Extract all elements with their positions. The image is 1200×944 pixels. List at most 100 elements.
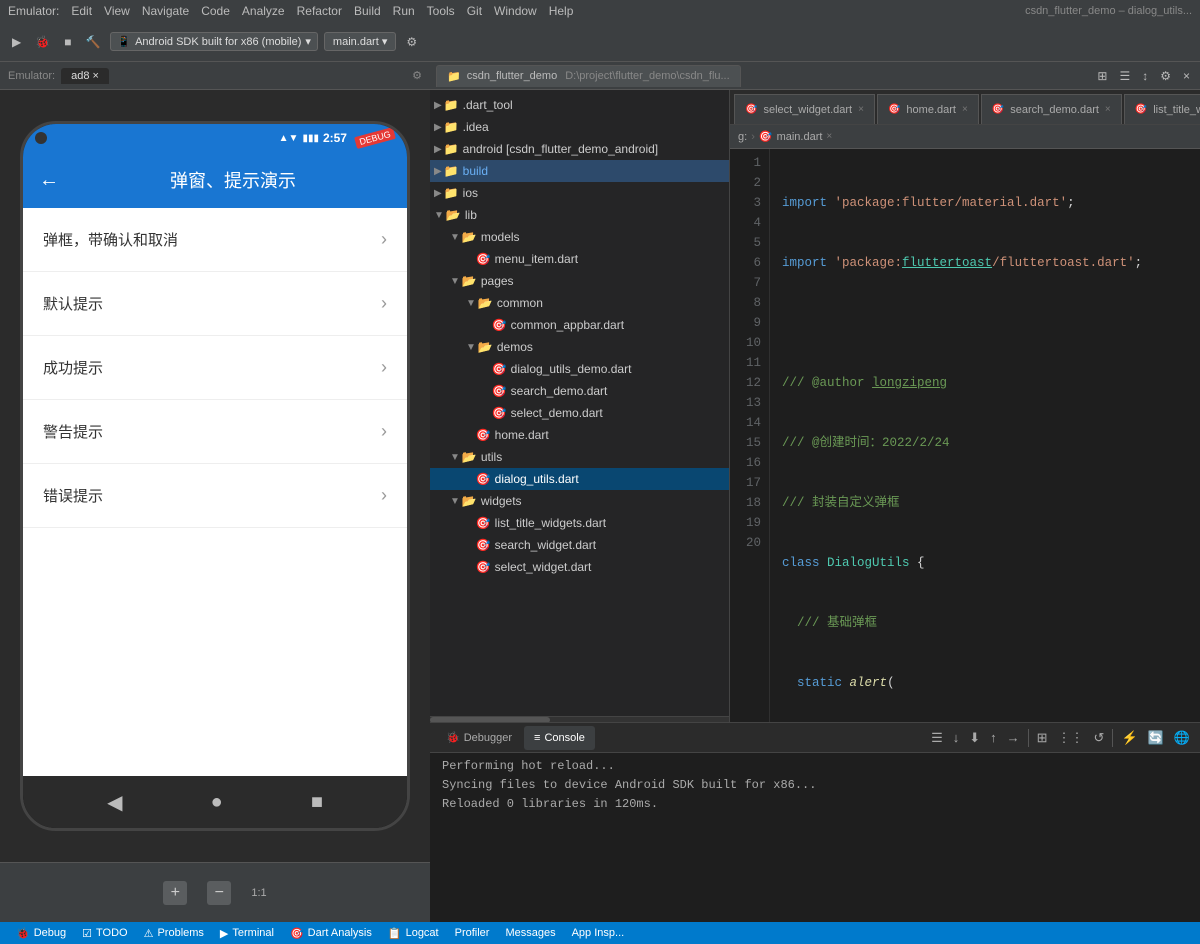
run-config-selector[interactable]: main.dart ▾ [324,32,396,51]
console-toolbar-cycle[interactable]: 🔄 [1144,728,1168,748]
menu-tools[interactable]: Tools [427,4,455,18]
phone-list-item-1[interactable]: 默认提示 › [23,272,407,336]
menu-code[interactable]: Code [201,4,230,18]
settings-btn[interactable]: ⚙ [402,33,421,51]
status-todo[interactable]: ☑ TODO [74,922,135,944]
status-profiler[interactable]: Profiler [447,922,498,944]
ide-top-action-2[interactable]: ☰ [1115,67,1134,85]
menu-help[interactable]: Help [549,4,574,18]
status-app-insp[interactable]: App Insp... [564,922,633,944]
tree-item-common-appbar[interactable]: ▶ 🎯 common_appbar.dart [430,314,729,336]
toolbar-build-btn[interactable]: 🔨 [81,33,104,51]
tree-item-android[interactable]: ▶ 📁 android [csdn_flutter_demo_android] [430,138,729,160]
phone-nav-back[interactable]: ◀ [107,790,122,815]
console-toolbar-down[interactable]: ↓ [949,728,964,747]
status-dart-analysis[interactable]: 🎯 Dart Analysis [282,922,380,944]
console-toolbar-globe[interactable]: 🌐 [1170,728,1194,748]
phone-nav-home[interactable]: ● [211,791,223,814]
tree-item-build[interactable]: ▶ 📁 build [430,160,729,182]
console-toolbar-right[interactable]: → [1003,728,1024,747]
console-toolbar-filter[interactable]: ☰ [927,728,947,748]
folder-icon-utils: 📂 [462,450,477,464]
tree-item-list-title-widgets[interactable]: ▶ 🎯 list_title_widgets.dart [430,512,729,534]
tree-item-home[interactable]: ▶ 🎯 home.dart [430,424,729,446]
phone-back-button[interactable]: ← [39,169,59,192]
menu-view[interactable]: View [104,4,130,18]
editor-tab-select-widget[interactable]: 🎯 select_widget.dart × [734,94,875,124]
tree-item-utils[interactable]: ▼ 📂 utils [430,446,729,468]
tree-item-common[interactable]: ▼ 📂 common [430,292,729,314]
menu-window[interactable]: Window [494,4,537,18]
ide-top-action-settings[interactable]: ⚙ [1156,67,1175,85]
folder-icon-lib: 📂 [446,208,461,222]
tree-item-dart-tool[interactable]: ▶ 📁 .dart_tool [430,94,729,116]
tree-item-demos[interactable]: ▼ 📂 demos [430,336,729,358]
status-messages[interactable]: Messages [497,922,563,944]
editor-tab-list-title-widgets[interactable]: 🎯 list_title_widgets.dart × [1124,94,1200,124]
editor-tab-search-demo[interactable]: 🎯 search_demo.dart × [981,94,1122,124]
tree-label-demos: demos [497,340,533,354]
breadcrumb-item-main[interactable]: main.dart [777,131,823,143]
console-line-2: Syncing files to device Android SDK buil… [442,776,1188,795]
console-toolbar-down2[interactable]: ⬇ [965,728,984,748]
ide-top-action-3[interactable]: ↕ [1138,67,1152,85]
toolbar-run-btn[interactable]: ▶ [8,33,25,51]
menu-emulator[interactable]: Emulator: [8,4,59,18]
tree-item-ios[interactable]: ▶ 📁 ios [430,182,729,204]
menu-run[interactable]: Run [393,4,415,18]
tree-item-lib[interactable]: ▼ 📂 lib [430,204,729,226]
tree-item-select-widget[interactable]: ▶ 🎯 select_widget.dart [430,556,729,578]
menu-edit[interactable]: Edit [71,4,92,18]
menu-analyze[interactable]: Analyze [242,4,285,18]
phone-list-item-2[interactable]: 成功提示 › [23,336,407,400]
tree-item-menu-item-dart[interactable]: ▶ 🎯 menu_item.dart [430,248,729,270]
tree-item-dialog-utils[interactable]: ▶ 🎯 dialog_utils.dart [430,468,729,490]
device-selector[interactable]: 📱 Android SDK built for x86 (mobile) ▾ [110,32,318,51]
bottom-tab-console[interactable]: ≡ Console [524,726,595,750]
status-logcat[interactable]: 📋 Logcat [380,922,447,944]
tree-item-dialog-utils-demo[interactable]: ▶ 🎯 dialog_utils_demo.dart [430,358,729,380]
toolbar-stop-btn[interactable]: ■ [60,33,75,51]
zoom-out-button[interactable]: − [207,881,231,905]
breadcrumb-close[interactable]: × [826,131,832,142]
ide-top-action-1[interactable]: ⊞ [1093,67,1111,85]
emulator-tab[interactable]: ad8 × [61,68,109,84]
tree-item-select-demo[interactable]: ▶ 🎯 select_demo.dart [430,402,729,424]
console-toolbar-lightning[interactable]: ⚡ [1117,728,1141,748]
toolbar-debug-btn[interactable]: 🐞 [31,33,54,51]
menu-refactor[interactable]: Refactor [297,4,342,18]
status-problems[interactable]: ⚠ Problems [136,922,212,944]
tree-item-idea[interactable]: ▶ 📁 .idea [430,116,729,138]
tree-item-models[interactable]: ▼ 📂 models [430,226,729,248]
ide-top-action-close[interactable]: × [1179,67,1194,85]
tab-close-search-demo[interactable]: × [1105,104,1111,115]
line-num-3: 3 [730,193,761,213]
ide-path-tab-project[interactable]: 📁 csdn_flutter_demo D:\project\flutter_d… [436,65,741,87]
phone-list-item-3[interactable]: 警告提示 › [23,400,407,464]
editor-tab-home[interactable]: 🎯 home.dart × [877,94,979,124]
status-terminal[interactable]: ▶ Terminal [212,922,282,944]
phone-list-item-0[interactable]: 弹框，带确认和取消 › [23,208,407,272]
breadcrumb-item-project[interactable]: g: [738,131,747,143]
tree-item-widgets[interactable]: ▼ 📂 widgets [430,490,729,512]
zoom-in-button[interactable]: + [163,881,187,905]
bottom-tab-debug[interactable]: 🐞 Debugger [436,726,522,750]
tab-close-home[interactable]: × [962,104,968,115]
tree-item-pages[interactable]: ▼ 📂 pages [430,270,729,292]
tree-item-search-widget[interactable]: ▶ 🎯 search_widget.dart [430,534,729,556]
console-toolbar-more[interactable]: ⋮⋮ [1054,728,1088,748]
console-toolbar-grid[interactable]: ⊞ [1033,728,1052,748]
tree-item-search-demo[interactable]: ▶ 🎯 search_demo.dart [430,380,729,402]
menu-build[interactable]: Build [354,4,381,18]
menu-git[interactable]: Git [467,4,482,18]
code-lines[interactable]: import 'package:flutter/material.dart'; … [770,149,1200,722]
phone-list-item-4[interactable]: 错误提示 › [23,464,407,528]
tab-close-select-widget[interactable]: × [858,104,864,115]
emulator-settings-icon[interactable]: ⚙ [412,69,422,82]
console-toolbar-refresh[interactable]: ↺ [1090,728,1109,748]
phone-nav-recent[interactable]: ■ [311,791,323,814]
console-toolbar-up[interactable]: ↑ [986,728,1001,747]
bottom-tabs: 🐞 Debugger ≡ Console ☰ ↓ ⬇ ↑ → ⊞ ⋮⋮ [430,723,1200,753]
menu-navigate[interactable]: Navigate [142,4,189,18]
status-debug[interactable]: 🐞 Debug [8,922,74,944]
